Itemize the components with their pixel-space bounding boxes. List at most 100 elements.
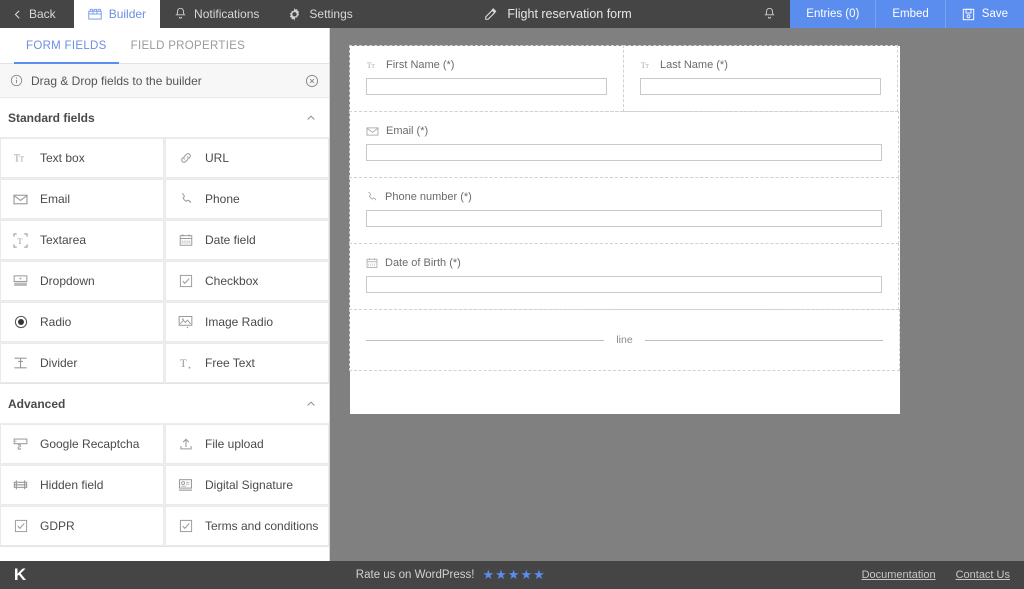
tab-form-fields-label: FORM FIELDS xyxy=(26,40,107,52)
builder-icon xyxy=(88,8,102,20)
save-label: Save xyxy=(982,8,1008,20)
form-field-label-row: Email (*) xyxy=(366,125,882,137)
field-item-date-field[interactable]: Date field xyxy=(165,220,329,260)
form-title-area[interactable]: Flight reservation form xyxy=(367,0,750,28)
calendar-icon xyxy=(177,233,194,247)
field-item-image-radio[interactable]: Image Radio xyxy=(165,302,329,342)
field-label: GDPR xyxy=(40,519,75,533)
field-item-terms-and-conditions[interactable]: Terms and conditions xyxy=(165,506,329,546)
form-field-divider[interactable]: line xyxy=(349,309,900,371)
chevron-up-icon[interactable] xyxy=(305,398,317,410)
section-title-standard: Standard fields xyxy=(8,111,305,125)
field-item-email[interactable]: Email xyxy=(0,179,164,219)
embed-button[interactable]: Embed xyxy=(875,0,944,28)
nav-tab-builder[interactable]: Builder xyxy=(74,0,160,28)
back-button[interactable]: Back xyxy=(0,0,74,28)
tab-field-properties[interactable]: FIELD PROPERTIES xyxy=(119,28,258,63)
chevron-up-icon[interactable] xyxy=(305,112,317,124)
form-builder-canvas[interactable]: TT First Name (*) TT Last Name (*) xyxy=(330,28,1024,561)
field-item-dropdown[interactable]: Dropdown xyxy=(0,261,164,301)
checkbox-icon xyxy=(177,274,194,288)
recaptcha-icon xyxy=(12,437,29,451)
documentation-link[interactable]: Documentation xyxy=(862,569,936,581)
field-label: URL xyxy=(205,151,229,165)
brand-logo: K xyxy=(0,565,40,585)
field-item-textarea[interactable]: T Textarea xyxy=(0,220,164,260)
app-footer: K Rate us on WordPress! ★★★★★ Documentat… xyxy=(0,561,1024,589)
textarea-icon: T xyxy=(12,233,29,248)
nav-tab-settings[interactable]: Settings xyxy=(273,0,366,28)
text-box-icon: TT xyxy=(366,59,379,71)
info-circle-icon xyxy=(10,74,23,87)
entries-button[interactable]: Entries (0) xyxy=(790,0,875,28)
field-label: Checkbox xyxy=(205,274,258,288)
field-item-checkbox[interactable]: Checkbox xyxy=(165,261,329,301)
field-item-radio[interactable]: Radio xyxy=(0,302,164,342)
field-item-digital-signature[interactable]: Digital Signature xyxy=(165,465,329,505)
form-row: TT First Name (*) TT Last Name (*) xyxy=(350,46,900,112)
phone-icon xyxy=(366,191,378,203)
field-label: Google Recaptcha xyxy=(40,437,139,451)
date-of-birth-input[interactable] xyxy=(366,276,882,293)
form-fields-sidebar: FORM FIELDS FIELD PROPERTIES Drag & Drop… xyxy=(0,28,330,561)
envelope-icon xyxy=(366,126,379,137)
envelope-icon xyxy=(12,193,29,206)
back-label: Back xyxy=(29,7,56,21)
form-field-label-row: TT First Name (*) xyxy=(366,59,607,71)
advanced-fields-grid: Google Recaptcha File upload Hidden fiel… xyxy=(0,424,329,547)
field-label: Free Text xyxy=(205,356,255,370)
save-button[interactable]: Save xyxy=(945,0,1024,28)
rate-us-text: Rate us on WordPress! xyxy=(356,569,475,581)
field-label: Image Radio xyxy=(205,315,273,329)
bell-icon xyxy=(174,7,187,21)
drag-drop-notice: Drag & Drop fields to the builder xyxy=(0,64,329,98)
email-input[interactable] xyxy=(366,144,882,161)
checkbox-icon xyxy=(177,519,194,533)
rating-stars[interactable]: ★★★★★ xyxy=(482,567,545,583)
rate-us-area: Rate us on WordPress! ★★★★★ xyxy=(40,567,862,583)
last-name-input[interactable] xyxy=(640,78,881,95)
form-field-phone-number[interactable]: Phone number (*) xyxy=(349,177,899,244)
field-item-text-box[interactable]: TT Text box xyxy=(0,138,164,178)
form-field-email[interactable]: Email (*) xyxy=(349,111,899,178)
dropdown-icon xyxy=(12,274,29,288)
field-label: Radio xyxy=(40,315,71,329)
notifications-bell-button[interactable] xyxy=(749,0,790,28)
field-item-free-text[interactable]: T Free Text xyxy=(165,343,329,383)
signature-icon xyxy=(177,478,194,492)
form-field-last-name[interactable]: TT Last Name (*) xyxy=(623,45,898,112)
phone-number-input[interactable] xyxy=(366,210,882,227)
form-field-date-of-birth[interactable]: Date of Birth (*) xyxy=(349,243,899,310)
close-circle-icon[interactable] xyxy=(305,74,319,88)
field-item-google-recaptcha[interactable]: Google Recaptcha xyxy=(0,424,164,464)
form-field-label: Last Name (*) xyxy=(660,59,728,71)
first-name-input[interactable] xyxy=(366,78,607,95)
nav-tab-notifications-label: Notifications xyxy=(194,7,259,21)
tab-form-fields[interactable]: FORM FIELDS xyxy=(14,28,119,63)
section-header-advanced[interactable]: Advanced xyxy=(0,384,329,424)
field-label: Textarea xyxy=(40,233,86,247)
edit-pencil-icon xyxy=(484,7,498,21)
app-header: Back Builder Notifications Setti xyxy=(0,0,1024,28)
svg-text:T: T xyxy=(371,64,375,70)
image-radio-icon xyxy=(177,315,194,329)
section-header-standard-fields[interactable]: Standard fields xyxy=(0,98,329,138)
form-field-label-row: Date of Birth (*) xyxy=(366,257,882,269)
save-disk-icon xyxy=(962,8,975,21)
field-item-url[interactable]: URL xyxy=(165,138,329,178)
radio-icon xyxy=(12,315,29,329)
field-item-gdpr[interactable]: GDPR xyxy=(0,506,164,546)
field-label: Terms and conditions xyxy=(205,519,318,533)
divider-line-left xyxy=(366,340,604,341)
field-item-file-upload[interactable]: File upload xyxy=(165,424,329,464)
hidden-field-icon xyxy=(12,478,29,492)
field-item-divider[interactable]: Divider xyxy=(0,343,164,383)
contact-us-link[interactable]: Contact Us xyxy=(956,569,1010,581)
form-field-first-name[interactable]: TT First Name (*) xyxy=(349,45,624,112)
field-item-hidden-field[interactable]: Hidden field xyxy=(0,465,164,505)
chevron-left-icon xyxy=(12,9,23,20)
text-box-icon: TT xyxy=(12,151,29,165)
bell-icon xyxy=(763,7,776,21)
field-item-phone[interactable]: Phone xyxy=(165,179,329,219)
nav-tab-notifications[interactable]: Notifications xyxy=(160,0,273,28)
